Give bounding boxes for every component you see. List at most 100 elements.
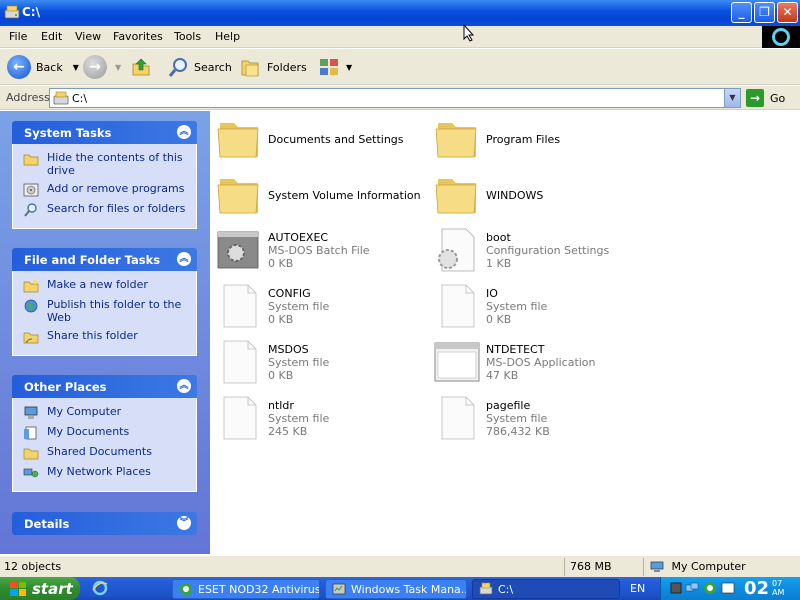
taskbar-button-eset[interactable]: ESET NOD32 Antivirus (172, 579, 320, 599)
other-places-header[interactable]: Other Places ︽ (12, 375, 197, 398)
file-config[interactable]: CONFIG System file 0 KB (216, 281, 426, 331)
folder-program-files[interactable]: Program Files (434, 113, 644, 163)
back-label: Back (36, 60, 63, 74)
views-button[interactable]: ▼ (318, 54, 352, 80)
system-tasks-header[interactable]: System Tasks ︽ (12, 121, 197, 144)
clock-hour[interactable]: 02 (744, 577, 769, 600)
back-dropdown-icon[interactable]: ▼ (73, 63, 79, 72)
computer-icon (650, 561, 664, 572)
go-label: Go (770, 91, 786, 105)
up-button[interactable] (130, 54, 152, 80)
collapse-icon[interactable]: ︽ (177, 252, 191, 266)
search-icon (168, 58, 187, 77)
place-my-network-places[interactable]: My Network Places (23, 465, 196, 480)
eset-icon (180, 583, 192, 595)
forward-dropdown-icon[interactable]: ▼ (115, 63, 121, 72)
batch-file-icon (217, 231, 259, 269)
task-manager-icon (332, 583, 346, 595)
share-icon (23, 332, 39, 344)
expand-icon[interactable]: ︾ (177, 516, 191, 530)
menu-edit[interactable]: Edit (41, 30, 62, 43)
file-folder-tasks-header[interactable]: File and Folder Tasks ︽ (12, 248, 197, 271)
file-msdos[interactable]: MSDOS System file 0 KB (216, 337, 426, 387)
details-panel: Details ︾ (12, 512, 197, 535)
minimize-button[interactable]: _ (731, 2, 752, 23)
task-search-files[interactable]: Search for files or folders (23, 202, 196, 217)
tray-window-icon[interactable] (721, 581, 735, 595)
drive-icon (479, 582, 493, 595)
folder-windows[interactable]: WINDOWS (434, 169, 644, 219)
folders-label: Folders (267, 60, 307, 74)
task-publish-to-web[interactable]: Publish this folder to the Web (23, 298, 196, 324)
config-file-icon (438, 228, 475, 272)
folder-system-volume-information[interactable]: System Volume Information (216, 169, 426, 219)
file-boot[interactable]: boot Configuration Settings 1 KB (434, 225, 644, 275)
mouse-cursor-icon (463, 24, 475, 42)
file-pagefile[interactable]: pagefile System file 786,432 KB (434, 393, 644, 443)
place-my-documents[interactable]: My Documents (23, 425, 196, 440)
task-hide-drive-contents[interactable]: Hide the contents of this drive (23, 151, 196, 177)
collapse-icon[interactable]: ︽ (177, 125, 191, 139)
system-file-icon (223, 396, 257, 440)
search-button[interactable]: Search (167, 54, 232, 80)
menu-file[interactable]: File (9, 30, 27, 43)
system-file-icon (223, 284, 257, 328)
network-tray-icon[interactable] (685, 581, 699, 595)
place-shared-documents[interactable]: Shared Documents (23, 445, 196, 460)
search-icon (24, 203, 37, 217)
back-arrow-icon: ← (7, 55, 31, 79)
folder-icon (217, 123, 259, 158)
collapse-icon[interactable]: ︽ (177, 379, 191, 393)
status-location-label: My Computer (671, 560, 746, 573)
window-title: C:\ (22, 5, 40, 19)
computer-icon (24, 406, 38, 419)
details-header[interactable]: Details ︾ (12, 512, 197, 535)
menu-bar: File Edit View Favorites Tools Help (0, 26, 800, 48)
details-title: Details (24, 517, 70, 531)
menu-help[interactable]: Help (215, 30, 240, 43)
start-button[interactable]: start (0, 577, 80, 600)
other-places-body: My Computer My Documents Shared Document… (12, 398, 197, 492)
eset-tray-icon[interactable] (703, 581, 717, 595)
documents-icon (24, 426, 37, 440)
globe-icon (24, 299, 38, 313)
back-button[interactable]: ← Back ▼ (7, 54, 79, 80)
task-make-new-folder[interactable]: Make a new folder (23, 278, 196, 293)
address-input[interactable]: C:\ ▼ (49, 88, 741, 108)
address-bar: Address C:\ ▼ → Go (0, 86, 800, 110)
close-button[interactable]: ✕ (777, 2, 798, 23)
new-folder-icon (23, 280, 39, 293)
place-my-computer[interactable]: My Computer (23, 405, 196, 420)
task-share-folder[interactable]: Share this folder (23, 329, 196, 344)
taskbar-button-task-manager[interactable]: Windows Task Mana... (325, 579, 467, 599)
go-button[interactable]: → Go (746, 89, 785, 107)
forward-button[interactable]: → ▼ (83, 54, 121, 80)
taskbar-button-explorer[interactable]: C:\ (472, 579, 620, 599)
status-bar: 12 objects 768 MB My Computer (0, 555, 800, 577)
tray-app-icon[interactable] (669, 581, 683, 595)
address-dropdown-icon[interactable]: ▼ (724, 89, 740, 107)
other-places-title: Other Places (24, 380, 107, 394)
file-io[interactable]: IO System file 0 KB (434, 281, 644, 331)
language-indicator[interactable]: EN (630, 582, 645, 595)
maximize-button[interactable]: ❐ (754, 2, 775, 23)
network-icon (23, 468, 39, 478)
menu-favorites[interactable]: Favorites (113, 30, 163, 43)
internet-explorer-icon[interactable] (92, 580, 108, 596)
clock-minutes: 07 AM (772, 579, 784, 597)
toolbar: ← Back ▼ → ▼ Search Folders ▼ (0, 49, 800, 85)
file-list: Documents and Settings Program Files Sys… (210, 111, 800, 554)
file-autoexec[interactable]: AUTOEXEC MS-DOS Batch File 0 KB (216, 225, 426, 275)
folders-button[interactable]: Folders (240, 54, 307, 80)
file-ntldr[interactable]: ntldr System file 245 KB (216, 393, 426, 443)
folder-up-icon (132, 58, 150, 76)
task-add-remove-programs[interactable]: Add or remove programs (23, 182, 196, 197)
menu-tools[interactable]: Tools (174, 30, 201, 43)
menu-view[interactable]: View (75, 30, 101, 43)
clock-min-value: 07 (772, 579, 783, 588)
file-ntdetect[interactable]: NTDETECT MS-DOS Application 47 KB (434, 337, 644, 387)
title-bar[interactable]: C:\ _ ❐ ✕ (0, 0, 800, 26)
folder-icon (23, 154, 39, 166)
folder-documents-and-settings[interactable]: Documents and Settings (216, 113, 426, 163)
system-file-icon (441, 284, 475, 328)
